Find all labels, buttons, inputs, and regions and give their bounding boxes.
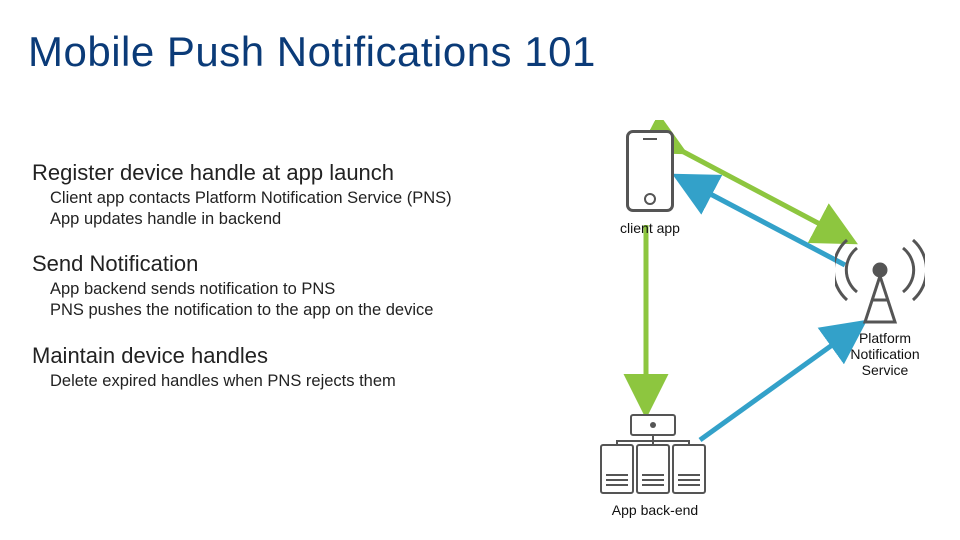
pns-label-line: Notification (850, 346, 919, 362)
architecture-diagram: client app Platform Notification Service (560, 120, 940, 520)
pns-label-line: Service (862, 362, 909, 378)
section-heading: Send Notification (32, 251, 552, 277)
bullet: Delete expired handles when PNS rejects … (50, 371, 552, 392)
content-column: Register device handle at app launch Cli… (32, 160, 552, 413)
slide-title: Mobile Push Notifications 101 (28, 28, 932, 76)
backend-label: App back-end (600, 502, 710, 518)
section-heading: Maintain device handles (32, 343, 552, 369)
bullet: App backend sends notification to PNS (50, 279, 552, 300)
pns-icon (830, 230, 930, 340)
phone-icon (620, 130, 680, 220)
pns-label-line: Platform (859, 330, 911, 346)
section-register: Register device handle at app launch Cli… (32, 160, 552, 229)
bullet: Client app contacts Platform Notificatio… (50, 188, 552, 209)
client-app-label: client app (600, 220, 700, 236)
backend-icon (588, 410, 718, 505)
bullet: App updates handle in backend (50, 209, 552, 230)
bullet: PNS pushes the notification to the app o… (50, 300, 552, 321)
section-maintain: Maintain device handles Delete expired h… (32, 343, 552, 392)
section-heading: Register device handle at app launch (32, 160, 552, 186)
section-send: Send Notification App backend sends noti… (32, 251, 552, 320)
pns-label: Platform Notification Service (830, 330, 940, 378)
